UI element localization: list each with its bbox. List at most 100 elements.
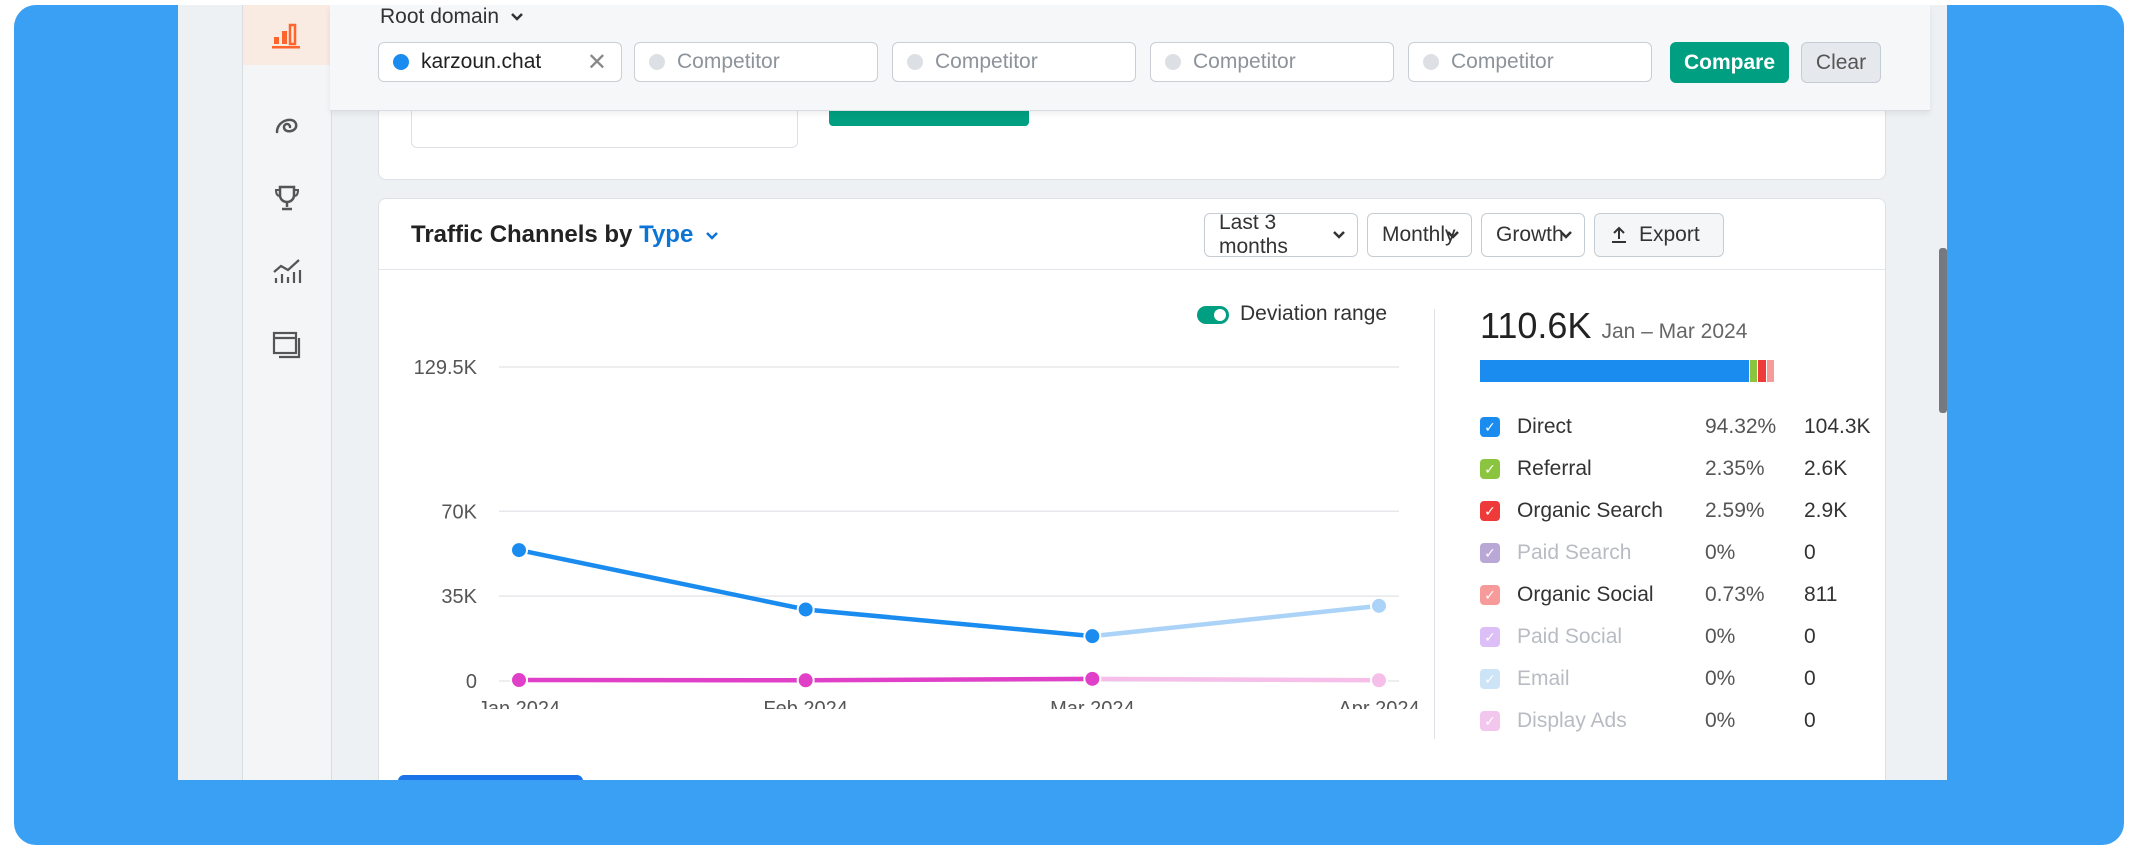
legend-row-organic-social[interactable]: ✓ Organic Social 0.73% 811 [1480,581,1837,611]
x-tick-label: Jan 2024 [478,698,560,709]
direct-series-partial-line [1092,603,1380,639]
checkbox-icon[interactable]: ✓ [1480,585,1500,605]
interval-select[interactable]: Monthly [1367,213,1472,257]
metric-select-value: Growth [1496,223,1564,246]
checkbox-icon[interactable]: ✓ [1480,459,1500,479]
legend-name: Organic Social [1517,583,1654,606]
channel-share-bar [1480,360,1775,382]
chart-divider [1434,309,1435,739]
share-bar-segment [1480,360,1749,382]
legend-name: Display Ads [1517,709,1627,732]
legend-percent: 0% [1705,541,1736,564]
y-tick-label: 70K [441,501,477,523]
organic-social-data-point [1370,671,1388,690]
legend-value: 0 [1804,625,1816,648]
app-screen: Traffic Channels by Type Last 3 months M… [178,5,1947,780]
close-icon[interactable]: ✕ [587,48,607,77]
legend-name: Referral [1517,457,1592,480]
domain-chip-label: karzoun.chat [421,50,542,73]
checkbox-icon[interactable]: ✓ [1480,669,1500,689]
trend-chart-icon[interactable] [243,241,331,301]
checkbox-icon[interactable]: ✓ [1480,543,1500,563]
legend-percent: 2.35% [1705,457,1765,480]
root-domain-dropdown[interactable]: Root domain [380,5,525,29]
share-bar-segment [1766,360,1775,382]
legend-row-paid-search[interactable]: ✓ Paid Search 0% 0 [1480,539,1816,569]
period-select[interactable]: Last 3 months [1204,211,1358,258]
legend-row-paid-social[interactable]: ✓ Paid Social 0% 0 [1480,623,1816,653]
checkbox-icon[interactable]: ✓ [1480,627,1500,647]
scrollbar-thumb[interactable] [1939,248,1947,413]
total-value: 110.6K [1480,305,1592,346]
type-dropdown[interactable]: Type [639,221,720,248]
checkbox-icon[interactable]: ✓ [1480,501,1500,521]
left-rail [242,5,332,780]
checkbox-icon[interactable]: ✓ [1480,417,1500,437]
legend-row-display-ads[interactable]: ✓ Display Ads 0% 0 [1480,707,1816,737]
competitor-dot [907,54,923,70]
card-header: Traffic Channels by Type Last 3 months M… [379,199,1885,270]
legend-percent: 94.32% [1705,415,1777,438]
checkbox-icon[interactable]: ✓ [1480,711,1500,731]
domain-chip[interactable]: karzoun.chat ✕ [378,42,622,82]
domain-color-dot [393,54,409,70]
competitor-placeholder: Competitor [935,50,1038,73]
bar-chart-icon[interactable] [243,5,331,65]
chevron-down-icon [511,13,523,21]
legend-value: 104.3K [1804,415,1871,438]
legend-value: 811 [1804,583,1838,606]
type-dropdown-label: Type [639,221,694,248]
total-period: Jan – Mar 2024 [1601,320,1748,343]
organic-social-data-point [510,671,528,690]
organic-social-data-point [796,671,815,690]
legend-value: 2.9K [1804,499,1848,522]
chevron-down-icon [1447,231,1459,239]
trophy-icon[interactable] [243,168,331,228]
compare-bar: Root domain karzoun.chat ✕ Competitor Co… [330,5,1930,111]
organic-social-series-partial-line [1092,676,1380,683]
legend-row-direct[interactable]: ✓ Direct 94.32% 104.3K [1480,413,1871,443]
legend-value: 0 [1804,667,1816,690]
direct-data-point [1370,596,1388,615]
legend-value: 0 [1804,541,1816,564]
window-stack-icon[interactable] [243,315,331,375]
chevron-down-icon [706,232,718,240]
legend-percent: 0% [1705,625,1736,648]
legend-percent: 0% [1705,709,1736,732]
competitor-placeholder: Competitor [1451,50,1554,73]
legend-name: Direct [1517,415,1572,438]
x-tick-label: Mar 2024 [1050,698,1135,709]
bottom-blue-button[interactable] [398,775,583,780]
direct-data-point [510,541,528,560]
y-tick-label: 0 [466,671,477,693]
legend-row-email[interactable]: ✓ Email 0% 0 [1480,665,1816,695]
legend-value: 2.6K [1804,457,1848,480]
competitor-field-3[interactable]: Competitor [1150,42,1394,82]
card-title: Traffic Channels by Type [411,221,720,249]
compare-button[interactable]: Compare [1670,42,1789,83]
clear-button[interactable]: Clear [1801,42,1881,83]
export-label: Export [1639,223,1700,246]
legend-percent: 0.73% [1705,583,1765,606]
legend-row-organic-search[interactable]: ✓ Organic Search 2.59% 2.9K [1480,497,1847,527]
competitor-dot [1423,54,1439,70]
card-title-text: Traffic Channels by [411,221,633,248]
export-button[interactable]: Export [1594,213,1724,257]
y-tick-label: 35K [441,586,477,608]
competitor-field-2[interactable]: Competitor [892,42,1136,82]
total-traffic: 110.6K Jan – Mar 2024 [1480,305,1747,347]
traffic-channels-card: Traffic Channels by Type Last 3 months M… [378,198,1886,780]
root-domain-label: Root domain [380,5,500,28]
x-tick-label: Apr 2024 [1338,698,1419,709]
swirl-icon[interactable] [243,95,331,155]
legend-name: Paid Search [1517,541,1632,564]
direct-data-point [1083,627,1102,646]
metric-select[interactable]: Growth [1481,213,1585,257]
direct-data-point [796,600,815,619]
competitor-field-1[interactable]: Competitor [634,42,878,82]
competitor-placeholder: Competitor [677,50,780,73]
competitor-field-4[interactable]: Competitor [1408,42,1652,82]
traffic-line-chart: 0 35K 70K 129.5K Jan 2024 Feb 2024 Mar 2024 Apr… [414,357,1420,709]
legend-row-referral[interactable]: ✓ Referral 2.35% 2.6K [1480,455,1847,485]
chevron-down-icon [1560,231,1572,239]
